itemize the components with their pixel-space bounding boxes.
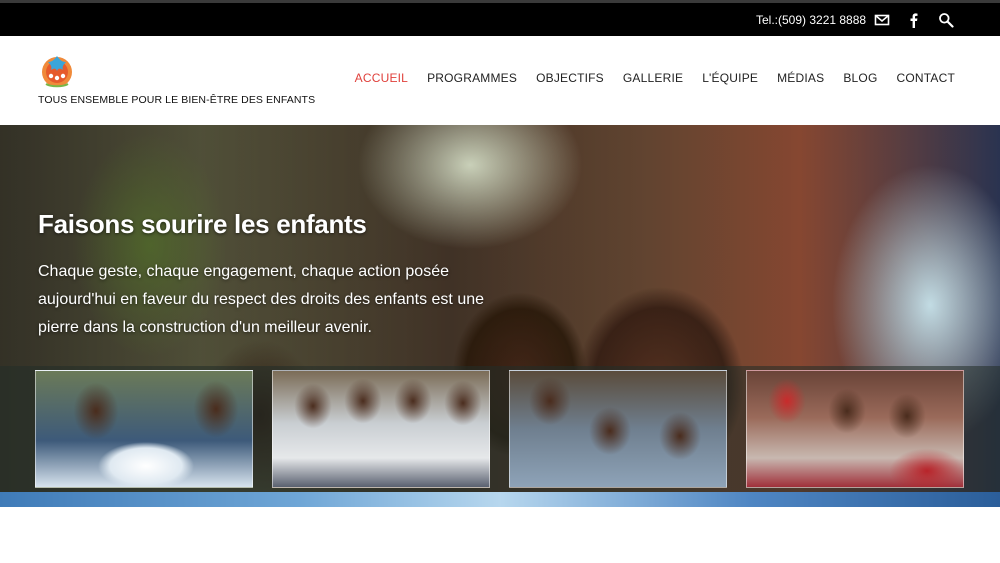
logo-icon[interactable] bbox=[38, 52, 76, 90]
main-nav: ACCUEIL PROGRAMMES OBJECTIFS GALLERIE L'… bbox=[355, 71, 955, 85]
gallery-thumbnail[interactable] bbox=[509, 370, 727, 488]
nav-item-accueil[interactable]: ACCUEIL bbox=[355, 71, 408, 85]
search-icon[interactable] bbox=[938, 12, 954, 28]
nav-item-blog[interactable]: BLOG bbox=[843, 71, 877, 85]
hero-bottom-edge bbox=[0, 492, 1000, 507]
gallery-thumbnail[interactable] bbox=[746, 370, 964, 488]
site-tagline: TOUS ENSEMBLE POUR LE BIEN-ÊTRE DES ENFA… bbox=[38, 94, 316, 106]
site-header: TOUS ENSEMBLE POUR LE BIEN-ÊTRE DES ENFA… bbox=[0, 36, 1000, 125]
phone-number[interactable]: Tel.:(509) 3221 8888 bbox=[756, 13, 866, 27]
nav-item-medias[interactable]: MÉDIAS bbox=[777, 71, 824, 85]
gallery-thumbnail[interactable] bbox=[272, 370, 490, 488]
hero-text: Chaque geste, chaque engagement, chaque … bbox=[38, 263, 485, 336]
top-bar: Tel.:(509) 3221 8888 bbox=[0, 0, 1000, 36]
email-icon[interactable] bbox=[874, 12, 890, 28]
nav-item-contact[interactable]: CONTACT bbox=[896, 71, 955, 85]
gallery-thumbnail[interactable] bbox=[35, 370, 253, 488]
nav-item-gallerie[interactable]: GALLERIE bbox=[623, 71, 683, 85]
hero-title: Faisons sourire les enfants bbox=[38, 209, 367, 239]
nav-item-programmes[interactable]: PROGRAMMES bbox=[427, 71, 517, 85]
nav-item-equipe[interactable]: L'ÉQUIPE bbox=[702, 71, 758, 85]
facebook-icon[interactable] bbox=[906, 12, 922, 28]
nav-item-objectifs[interactable]: OBJECTIFS bbox=[536, 71, 604, 85]
thumbnail-strip bbox=[0, 366, 1000, 492]
